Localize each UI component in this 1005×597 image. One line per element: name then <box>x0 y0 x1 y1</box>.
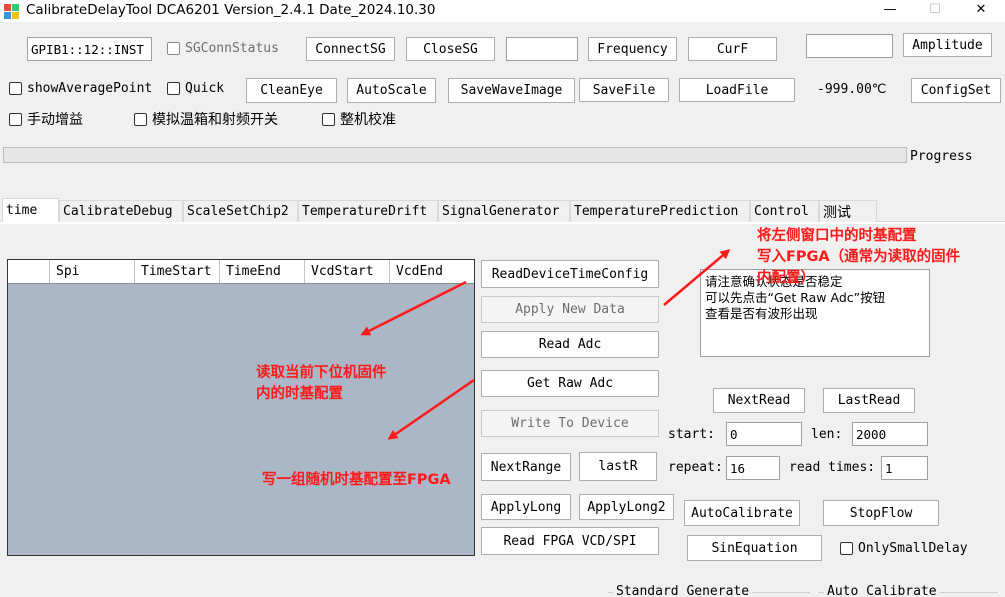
arrow-to-random <box>387 378 475 440</box>
arrow-to-annotation <box>663 249 731 306</box>
annotation-arrows <box>360 249 731 440</box>
arrow-to-grid <box>360 280 467 336</box>
